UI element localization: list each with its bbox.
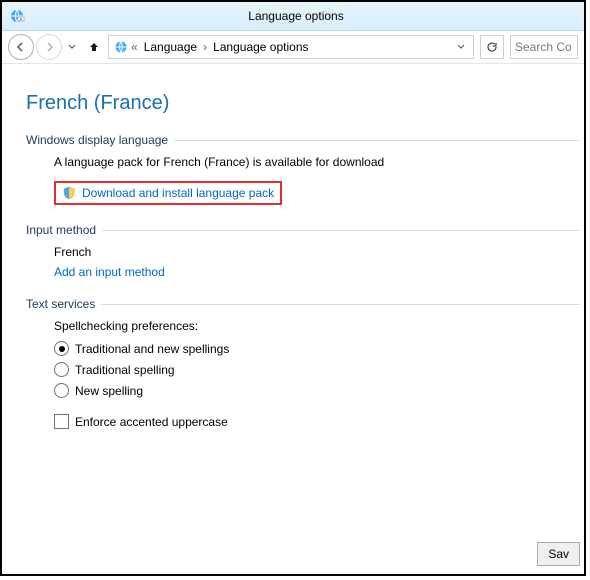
chevron-right-icon: « [129,40,140,54]
radio-icon [54,362,69,377]
save-button[interactable]: Sav [537,542,580,566]
divider [102,230,580,231]
radio-traditional[interactable]: Traditional spelling [54,362,580,377]
navbar: « Language › Language options Search Co [2,31,584,64]
radio-label: Traditional spelling [75,363,175,377]
section-label: Text services [26,297,95,311]
input-method-current: French [54,245,91,259]
checkbox-icon [54,414,69,429]
radio-icon [54,341,69,356]
add-input-method-link[interactable]: Add an input method [54,265,165,279]
radio-traditional-and-new[interactable]: Traditional and new spellings [54,341,580,356]
shield-icon [62,186,76,200]
app-icon: A [8,7,26,25]
divider [174,140,580,141]
svg-text:A: A [20,17,23,22]
bottom-bar: Sav [537,542,580,566]
language-globe-icon [113,39,129,55]
breadcrumb-language[interactable]: Language [140,40,201,54]
back-button[interactable] [8,34,34,60]
forward-button[interactable] [36,34,62,60]
spellcheck-preferences-label: Spellchecking preferences: [54,319,198,333]
radio-label: New spelling [75,384,143,398]
page-title: French (France) [26,92,580,115]
section-text-services: Text services Spellchecking preferences:… [26,297,580,429]
search-input[interactable]: Search Co [510,35,578,59]
language-pack-status: A language pack for French (France) is a… [54,155,384,169]
radio-new[interactable]: New spelling [54,383,580,398]
radio-label: Traditional and new spellings [75,342,229,356]
address-bar[interactable]: « Language › Language options [108,35,474,59]
section-display-language: Windows display language A language pack… [26,133,580,205]
up-button[interactable] [84,37,104,57]
checkbox-label: Enforce accented uppercase [75,415,228,429]
radio-icon [54,383,69,398]
address-dropdown[interactable] [453,43,469,51]
section-label: Input method [26,223,96,237]
save-button-label: Sav [548,547,569,561]
titlebar: A Language options [2,2,584,31]
divider [101,304,580,305]
refresh-button[interactable] [480,35,504,59]
section-input-method: Input method French Add an input method [26,223,580,279]
checkbox-enforce-accented[interactable]: Enforce accented uppercase [54,414,580,429]
section-label: Windows display language [26,133,168,147]
search-placeholder: Search Co [515,40,572,54]
chevron-right-icon: › [201,40,209,54]
download-link-label: Download and install language pack [82,186,274,200]
download-language-pack-link[interactable]: Download and install language pack [54,181,282,205]
window-frame: A Language options « Language [0,0,586,576]
window-title: Language options [32,9,560,23]
breadcrumb-current: Language options [209,40,312,54]
content-pane: French (France) Windows display language… [2,64,584,457]
recent-locations-dropdown[interactable] [68,43,76,51]
